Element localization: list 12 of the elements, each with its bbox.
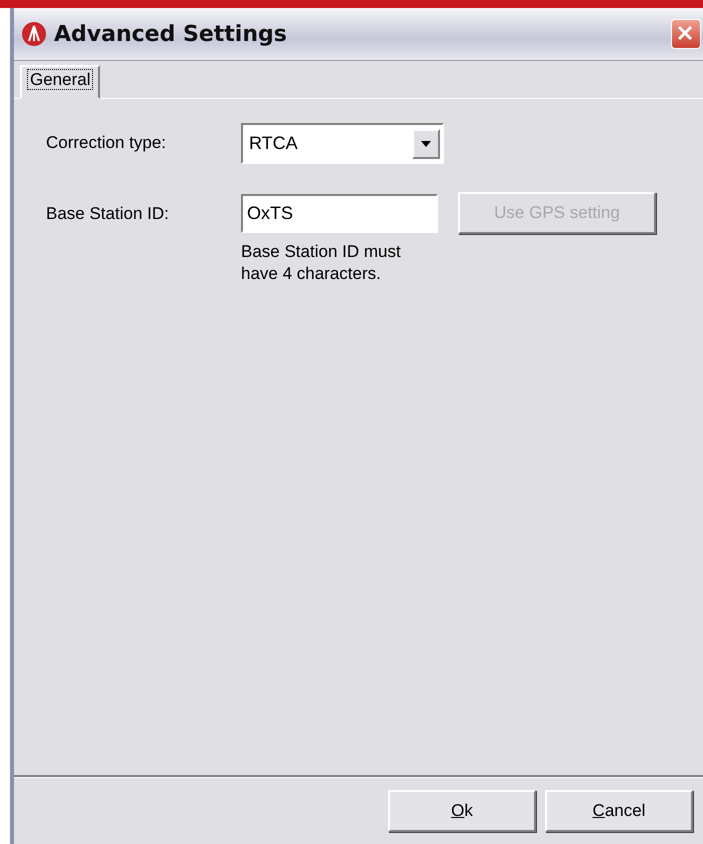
dropdown-arrow-icon [421, 140, 431, 146]
close-icon[interactable] [671, 19, 701, 49]
input-field[interactable]: OxTS [241, 194, 438, 233]
window-title: Advanced Settings [54, 22, 288, 46]
app-logo-icon [22, 22, 46, 46]
ok-button[interactable]: Ok [388, 790, 536, 832]
hint-text: Base Station ID must have 4 characters. [241, 241, 402, 285]
dropdown[interactable]: RTCA [241, 123, 444, 164]
tab[interactable]: General [20, 65, 100, 99]
cancel-button[interactable]: Cancel [545, 790, 693, 832]
field-label: Base Station ID: [46, 203, 170, 224]
field-label: Correction type: [46, 132, 167, 153]
